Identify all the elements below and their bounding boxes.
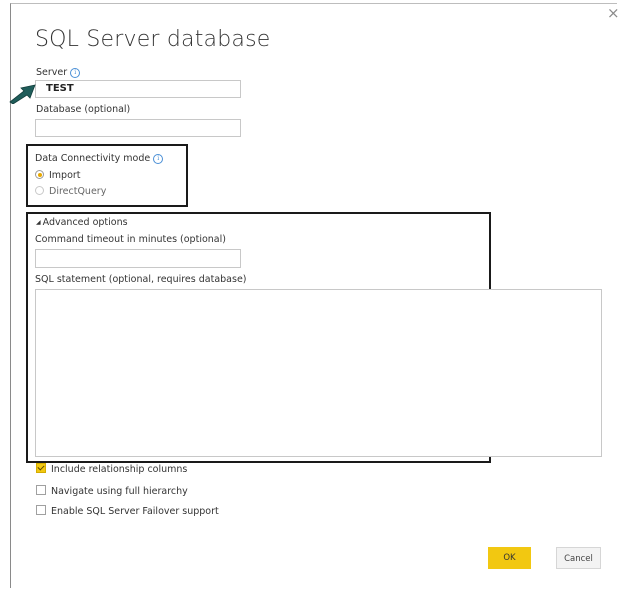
arrow-pointer-icon: [9, 84, 36, 104]
advanced-options-toggle[interactable]: ◢ Advanced options: [36, 217, 128, 228]
checkbox-navigate-hierarchy-label: Navigate using full hierarchy: [51, 486, 188, 497]
timeout-label: Command timeout in minutes (optional): [35, 234, 226, 245]
ok-button[interactable]: OK: [488, 547, 531, 569]
info-icon[interactable]: i: [153, 154, 164, 164]
advanced-options-label: Advanced options: [42, 217, 128, 228]
collapse-triangle-icon: ◢: [36, 219, 41, 226]
checkbox-navigate-hierarchy[interactable]: Navigate using full hierarchy: [36, 485, 188, 497]
radio-unselected-icon[interactable]: [35, 186, 44, 195]
radio-import[interactable]: Import: [35, 170, 81, 181]
database-input[interactable]: [35, 119, 241, 137]
checkbox-checked-icon[interactable]: [36, 463, 46, 473]
server-label: Server: [36, 67, 68, 78]
timeout-input[interactable]: [35, 249, 241, 268]
server-input[interactable]: TEST: [35, 80, 241, 98]
server-label-row: Server i: [36, 67, 81, 78]
dialog-title: SQL Server database: [35, 27, 271, 52]
sql-statement-label: SQL statement (optional, requires databa…: [35, 274, 247, 285]
sql-statement-textarea[interactable]: [35, 289, 602, 457]
connectivity-label: Data Connectivity mode: [35, 153, 151, 164]
cancel-button[interactable]: Cancel: [556, 547, 601, 569]
checkbox-unchecked-icon[interactable]: [36, 485, 46, 495]
database-label: Database (optional): [36, 104, 131, 115]
connectivity-label-row: Data Connectivity mode i: [35, 153, 164, 164]
checkbox-unchecked-icon[interactable]: [36, 505, 46, 515]
info-icon[interactable]: i: [70, 68, 81, 78]
checkbox-include-relationship-label: Include relationship columns: [51, 464, 188, 475]
checkbox-failover-label: Enable SQL Server Failover support: [51, 506, 219, 517]
radio-directquery[interactable]: DirectQuery: [35, 186, 106, 197]
close-icon[interactable]: ×: [607, 6, 619, 21]
checkbox-failover[interactable]: Enable SQL Server Failover support: [36, 505, 219, 517]
checkbox-include-relationship[interactable]: Include relationship columns: [36, 463, 187, 475]
radio-selected-icon[interactable]: [35, 170, 44, 179]
radio-import-label: Import: [49, 170, 81, 181]
radio-directquery-label: DirectQuery: [49, 186, 107, 197]
